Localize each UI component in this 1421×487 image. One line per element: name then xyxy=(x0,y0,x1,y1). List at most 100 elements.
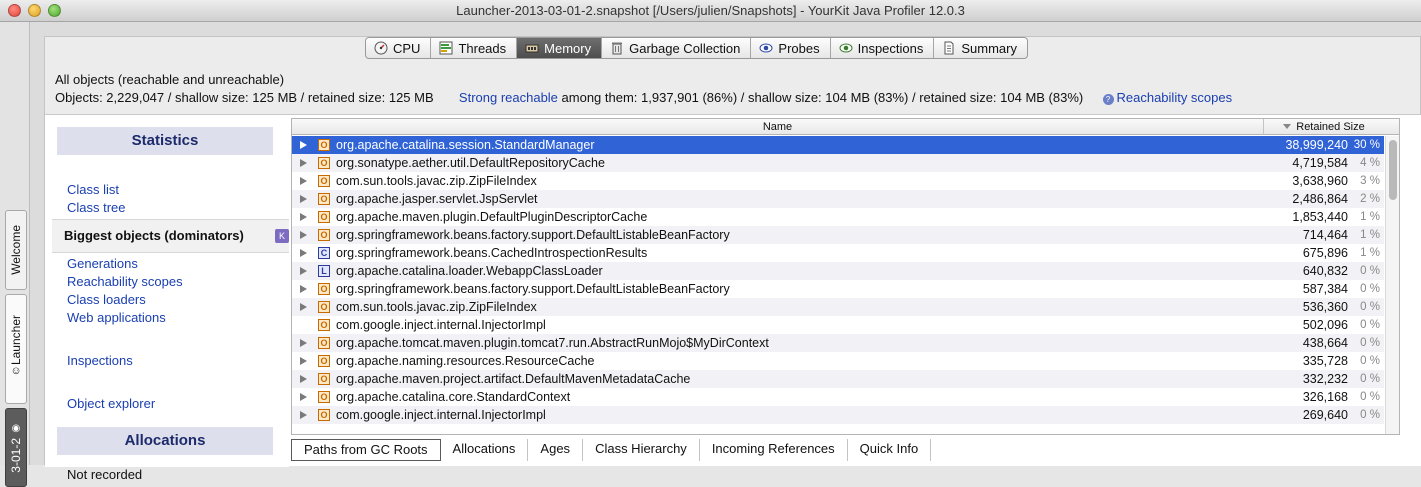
expand-triangle-icon[interactable] xyxy=(300,267,307,275)
tab-garbage-collection[interactable]: Garbage Collection xyxy=(602,38,752,58)
sidebar-item-generations[interactable]: Generations xyxy=(67,255,138,273)
tab-garbage-collection-label: Garbage Collection xyxy=(629,40,741,56)
tab-incoming-references[interactable]: Incoming References xyxy=(700,439,848,461)
threads-icon xyxy=(439,41,453,55)
sidebar-item-inspections[interactable]: Inspections xyxy=(67,352,133,370)
keyboard-shortcut-badge-icon: K xyxy=(275,229,289,243)
table-row[interactable]: Ocom.sun.tools.javac.zip.ZipFileIndex 536… xyxy=(292,298,1384,316)
retained-size-value: 587,384 xyxy=(1302,282,1348,296)
table-row[interactable]: Corg.springframework.beans.CachedIntrosp… xyxy=(292,244,1384,262)
sidebar-item-reachability-scopes[interactable]: Reachability scopes xyxy=(67,273,183,291)
tab-inspections-label: Inspections xyxy=(857,40,924,56)
object-class-name: org.apache.maven.project.artifact.Defaul… xyxy=(336,372,691,386)
retained-size-value: 640,832 xyxy=(1302,264,1348,278)
strong-reachable-link[interactable]: Strong reachable xyxy=(459,90,558,105)
table-row[interactable]: Oorg.apache.tomcat.maven.plugin.tomcat7.… xyxy=(292,334,1384,352)
expand-triangle-icon[interactable] xyxy=(300,285,307,293)
document-icon xyxy=(942,41,956,55)
expand-triangle-icon[interactable] xyxy=(300,213,307,221)
object-instance-icon: O xyxy=(318,337,330,349)
sidebar-item-biggest-objects[interactable]: Biggest objects (dominators) K xyxy=(52,219,289,253)
expand-triangle-icon[interactable] xyxy=(300,339,307,347)
expand-triangle-icon[interactable] xyxy=(300,411,307,419)
object-class-name: org.apache.jasper.servlet.JspServlet xyxy=(336,192,538,206)
sidebar-item-biggest-objects-label: Biggest objects (dominators) xyxy=(64,228,244,243)
retained-size-value: 332,232 xyxy=(1302,372,1348,386)
table-row[interactable]: Oorg.apache.catalina.session.StandardMan… xyxy=(292,136,1384,154)
table-row[interactable]: Ocom.google.inject.internal.InjectorImpl… xyxy=(292,316,1384,334)
expand-triangle-icon[interactable] xyxy=(300,177,307,185)
column-header-name[interactable]: Name xyxy=(292,119,1264,135)
object-class-name: org.sonatype.aether.util.DefaultReposito… xyxy=(336,156,605,170)
side-tab-snapshot[interactable]: ◉ 3-01-2 xyxy=(5,408,27,487)
tab-probes[interactable]: Probes xyxy=(751,38,831,58)
retained-size-percent: 4 % xyxy=(1360,157,1380,169)
main-panel: CPU Threads Memory Garbage Collection Pr… xyxy=(30,22,1421,482)
table-row[interactable]: Lorg.apache.catalina.loader.WebappClassL… xyxy=(292,262,1384,280)
table-row[interactable]: Oorg.apache.catalina.core.StandardContex… xyxy=(292,388,1384,406)
memory-summary-header: All objects (reachable and unreachable) … xyxy=(55,71,1232,107)
expand-triangle-icon[interactable] xyxy=(300,357,307,365)
column-header-retained-size-label: Retained Size xyxy=(1296,121,1365,133)
scrollbar-thumb[interactable] xyxy=(1389,140,1397,200)
sort-descending-icon xyxy=(1283,124,1292,129)
table-row[interactable]: Ocom.google.inject.internal.InjectorImpl… xyxy=(292,406,1384,424)
table-row[interactable]: Oorg.springframework.beans.factory.suppo… xyxy=(292,226,1384,244)
side-tab-welcome[interactable]: Welcome xyxy=(5,210,27,290)
reachability-scopes-link[interactable]: Reachability scopes xyxy=(1117,90,1233,105)
object-instance-icon: O xyxy=(318,193,330,205)
expand-triangle-icon[interactable] xyxy=(300,303,307,311)
table-row[interactable]: Oorg.apache.naming.resources.ResourceCac… xyxy=(292,352,1384,370)
tab-memory[interactable]: Memory xyxy=(517,38,603,58)
retained-size-value: 269,640 xyxy=(1302,408,1348,422)
retained-size-percent: 0 % xyxy=(1360,265,1380,277)
table-row[interactable]: Oorg.apache.maven.project.artifact.Defau… xyxy=(292,370,1384,388)
expand-triangle-icon[interactable] xyxy=(300,231,307,239)
object-class-name: org.springframework.beans.CachedIntrospe… xyxy=(336,246,648,260)
object-class-name: org.apache.catalina.loader.WebappClassLo… xyxy=(336,264,603,278)
object-instance-icon: O xyxy=(318,355,330,367)
retained-size-value: 714,464 xyxy=(1302,228,1348,242)
expand-triangle-icon[interactable] xyxy=(300,249,307,257)
tab-ages[interactable]: Ages xyxy=(528,439,584,461)
tab-probes-label: Probes xyxy=(778,40,820,56)
object-class-name: org.apache.catalina.core.StandardContext xyxy=(336,390,571,404)
expand-triangle-icon[interactable] xyxy=(300,159,307,167)
sidebar-item-class-loaders[interactable]: Class loaders xyxy=(67,291,146,309)
sidebar-item-class-tree[interactable]: Class tree xyxy=(67,199,126,217)
zoom-window-button[interactable] xyxy=(48,4,61,17)
table-vertical-scrollbar[interactable] xyxy=(1385,136,1399,434)
side-tab-launcher[interactable]: Launcher ☺ xyxy=(5,294,27,404)
tab-cpu[interactable]: CPU xyxy=(366,38,432,58)
expand-triangle-icon[interactable] xyxy=(300,375,307,383)
object-instance-icon: O xyxy=(318,319,330,331)
side-tab-launcher-label: Launcher xyxy=(9,314,23,366)
sidebar-item-class-list[interactable]: Class list xyxy=(67,181,119,199)
tab-quick-info[interactable]: Quick Info xyxy=(848,439,932,461)
memory-sidebar: Statistics Class list Class tree Biggest… xyxy=(45,115,289,482)
tab-paths-from-gc-roots[interactable]: Paths from GC Roots xyxy=(291,439,441,461)
sidebar-item-web-applications[interactable]: Web applications xyxy=(67,309,166,327)
sidebar-item-object-explorer[interactable]: Object explorer xyxy=(67,395,155,413)
tab-inspections[interactable]: Inspections xyxy=(831,38,935,58)
tab-class-hierarchy[interactable]: Class Hierarchy xyxy=(583,439,700,461)
tab-summary[interactable]: Summary xyxy=(934,38,1027,58)
side-tab-snapshot-label: 3-01-2 xyxy=(9,437,23,473)
tab-allocations[interactable]: Allocations xyxy=(441,439,529,461)
object-instance-icon: O xyxy=(318,139,330,151)
expand-triangle-icon[interactable] xyxy=(300,393,307,401)
table-row[interactable]: Oorg.sonatype.aether.util.DefaultReposit… xyxy=(292,154,1384,172)
table-row[interactable]: Oorg.apache.maven.plugin.DefaultPluginDe… xyxy=(292,208,1384,226)
minimize-window-button[interactable] xyxy=(28,4,41,17)
allocations-section-header: Allocations xyxy=(57,427,273,455)
table-row[interactable]: Oorg.apache.jasper.servlet.JspServlet 2,4… xyxy=(292,190,1384,208)
table-row[interactable]: Oorg.springframework.beans.factory.suppo… xyxy=(292,280,1384,298)
expand-triangle-icon[interactable] xyxy=(300,195,307,203)
eye-probe-icon xyxy=(759,41,773,55)
close-window-button[interactable] xyxy=(8,4,21,17)
expand-triangle-icon[interactable] xyxy=(300,141,307,149)
column-header-retained-size[interactable]: Retained Size xyxy=(1264,119,1384,135)
tab-threads[interactable]: Threads xyxy=(431,38,518,58)
table-row[interactable]: Ocom.sun.tools.javac.zip.ZipFileIndex 3,6… xyxy=(292,172,1384,190)
retained-size-percent: 1 % xyxy=(1360,211,1380,223)
